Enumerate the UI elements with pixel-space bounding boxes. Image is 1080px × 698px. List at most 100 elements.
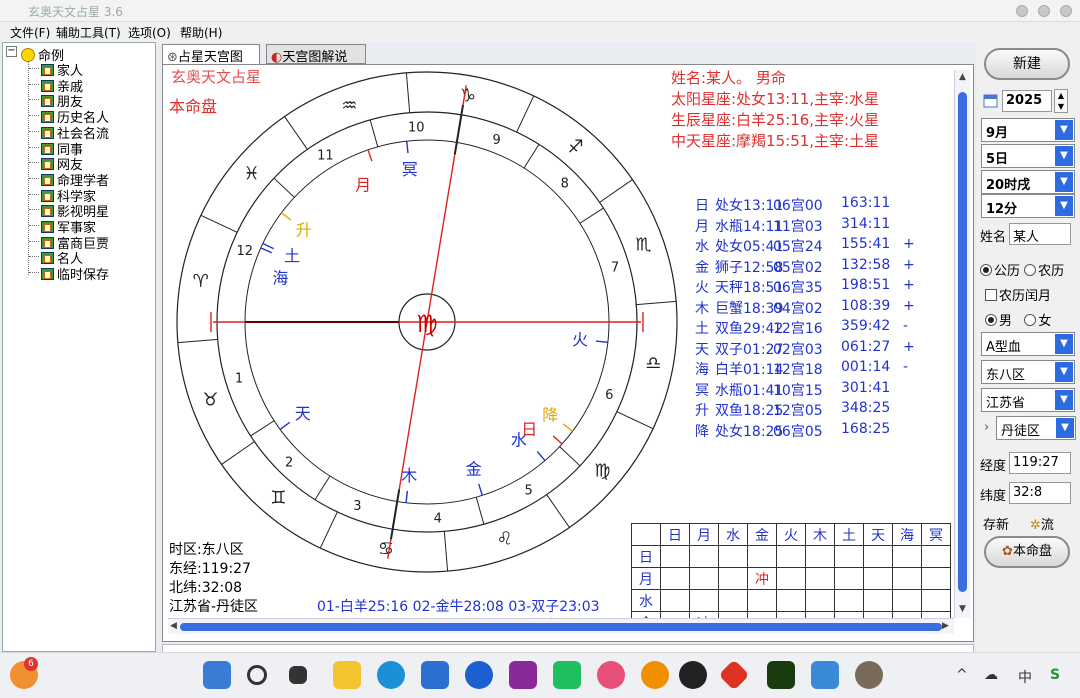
horizontal-scrollbar[interactable]: ◀ ▶	[168, 618, 954, 634]
position-cell: 天	[695, 341, 709, 358]
position-cell: 12宫16	[773, 321, 823, 337]
task-view-icon[interactable]	[289, 666, 307, 684]
zodiac-divider	[221, 441, 255, 465]
scroll-up-icon[interactable]: ▲	[959, 72, 966, 82]
astrology-app-icon[interactable]	[855, 661, 883, 689]
file-explorer-icon[interactable]	[333, 661, 361, 689]
scroll-down-icon[interactable]: ▼	[959, 604, 966, 614]
zodiac-glyph: ♒	[341, 96, 357, 117]
house-number: 5	[525, 484, 533, 499]
close-button[interactable]	[1060, 5, 1072, 17]
house-number: 4	[434, 512, 442, 527]
chevron-down-icon[interactable]: ▼	[1055, 172, 1073, 192]
day-select[interactable]: 5日 ▼	[981, 144, 1075, 168]
chevron-down-icon[interactable]: ▼	[1055, 146, 1073, 166]
edge-icon[interactable]	[377, 661, 405, 689]
tab-interpretation[interactable]: ◐天宫图解说	[266, 44, 366, 65]
photos-icon[interactable]	[597, 661, 625, 689]
minute-value: 12分	[986, 202, 1018, 217]
position-cell: 06宫35	[773, 280, 823, 296]
menu-options[interactable]: 选项(O)	[128, 24, 171, 41]
latitude-text: 北纬:32:08	[169, 580, 243, 596]
minimize-button[interactable]	[1016, 5, 1028, 17]
zodiac-divider	[443, 531, 449, 572]
menu-tools[interactable]: 辅助工具(T)	[56, 24, 121, 41]
year-spinner[interactable]: ▲ ▼	[1054, 89, 1068, 113]
house-number: 1	[235, 371, 243, 386]
year-input[interactable]: 2025	[1002, 90, 1052, 112]
collapse-icon[interactable]: −	[6, 46, 17, 57]
menu-file[interactable]: 文件(F)	[10, 24, 50, 41]
planet-label: 火	[572, 330, 588, 349]
house-divider	[314, 475, 331, 500]
app-icon-blue[interactable]	[465, 661, 493, 689]
save-new-link[interactable]: 存新	[983, 514, 1009, 533]
vertical-scrollbar[interactable]: ▲ ▼	[954, 70, 970, 618]
zodiac-glyph: ♓	[243, 163, 259, 184]
aspect-header-cell: 冥	[921, 523, 951, 546]
wechat-icon[interactable]	[553, 661, 581, 689]
qq-icon[interactable]	[679, 661, 707, 689]
sun-sign-line: 太阳星座:处女13:11,主宰:水星	[671, 90, 880, 108]
magnifier-icon[interactable]	[641, 661, 669, 689]
tree-item[interactable]: 临时保存	[41, 264, 109, 283]
app-icon-red[interactable]	[718, 659, 750, 691]
district-select[interactable]: 丹徒区 ▼	[996, 416, 1076, 440]
game-icon[interactable]	[767, 661, 795, 689]
folder-icon	[41, 95, 54, 108]
minute-select[interactable]: 12分 ▼	[981, 194, 1075, 218]
latitude-input[interactable]: 32:8	[1009, 482, 1071, 504]
blood-type-select[interactable]: A型血 ▼	[981, 332, 1075, 356]
scroll-right-icon[interactable]: ▶	[942, 621, 949, 631]
windows-start-icon[interactable]	[203, 661, 231, 689]
leap-month-checkbox[interactable]: 农历闰月	[985, 285, 1051, 304]
tab-interpretation-label: 天宫图解说	[282, 50, 348, 65]
planet-tick	[367, 149, 373, 162]
aspect-cell	[689, 567, 719, 590]
chevron-right-icon[interactable]: ›	[984, 420, 989, 435]
tree-branch-line	[29, 240, 39, 242]
natal-chart-button[interactable]: ✿本命盘	[984, 536, 1070, 568]
notepad-icon[interactable]	[811, 661, 839, 689]
menu-help[interactable]: 帮助(H)	[180, 24, 222, 41]
house-number: 2	[285, 455, 293, 470]
female-radio[interactable]: 女	[1024, 314, 1051, 329]
hour-select[interactable]: 20时戌 ▼	[981, 170, 1075, 194]
search-icon[interactable]	[247, 665, 267, 685]
longitude-input[interactable]: 119:27	[1009, 452, 1071, 474]
tree-branch-line	[29, 146, 39, 148]
month-select[interactable]: 9月 ▼	[981, 118, 1075, 142]
horizontal-scroll-thumb[interactable]	[180, 623, 942, 631]
chevron-down-icon[interactable]: ▼	[1055, 362, 1073, 382]
cloud-icon[interactable]: ☁	[984, 667, 998, 683]
chevron-down-icon[interactable]: ▼	[1056, 418, 1074, 438]
position-cell: 348:25	[841, 400, 891, 416]
chevron-down-icon[interactable]: ▼	[1055, 120, 1073, 140]
male-radio[interactable]: 男	[985, 314, 1012, 329]
ime-indicator[interactable]: 中	[1018, 667, 1032, 687]
new-button[interactable]: 新建	[984, 48, 1070, 80]
position-cell: 11宫03	[773, 218, 823, 235]
store-icon[interactable]	[421, 661, 449, 689]
chevron-down-icon[interactable]: ▼	[1055, 390, 1073, 410]
lunar-radio[interactable]: 农历	[1024, 264, 1064, 279]
maximize-button[interactable]	[1038, 5, 1050, 17]
scroll-left-icon[interactable]: ◀	[170, 621, 177, 631]
solar-radio[interactable]: 公历	[980, 264, 1020, 279]
position-cell: 日	[695, 198, 709, 214]
province-select[interactable]: 江苏省 ▼	[981, 388, 1075, 412]
tree-branch-line	[29, 177, 39, 179]
input-method-icon[interactable]: S	[1050, 667, 1060, 683]
tree-branch-line	[29, 68, 39, 69]
chevron-down-icon[interactable]: ▼	[1055, 334, 1073, 354]
name-input[interactable]: 某人	[1009, 223, 1071, 245]
tray-chevron-icon[interactable]: ^	[956, 667, 968, 683]
position-row: 火天秤18:51 06宫35 198:51 +	[695, 277, 955, 297]
chevron-down-icon[interactable]: ▼	[1055, 196, 1073, 216]
timezone-select[interactable]: 东八区 ▼	[981, 360, 1075, 384]
flow-button[interactable]: ✲流	[1030, 514, 1054, 533]
vertical-scroll-thumb[interactable]	[958, 92, 967, 592]
winrar-icon[interactable]	[509, 661, 537, 689]
aspect-cell	[660, 589, 690, 612]
tab-chart[interactable]: ⊛占星天宫图	[162, 44, 260, 65]
